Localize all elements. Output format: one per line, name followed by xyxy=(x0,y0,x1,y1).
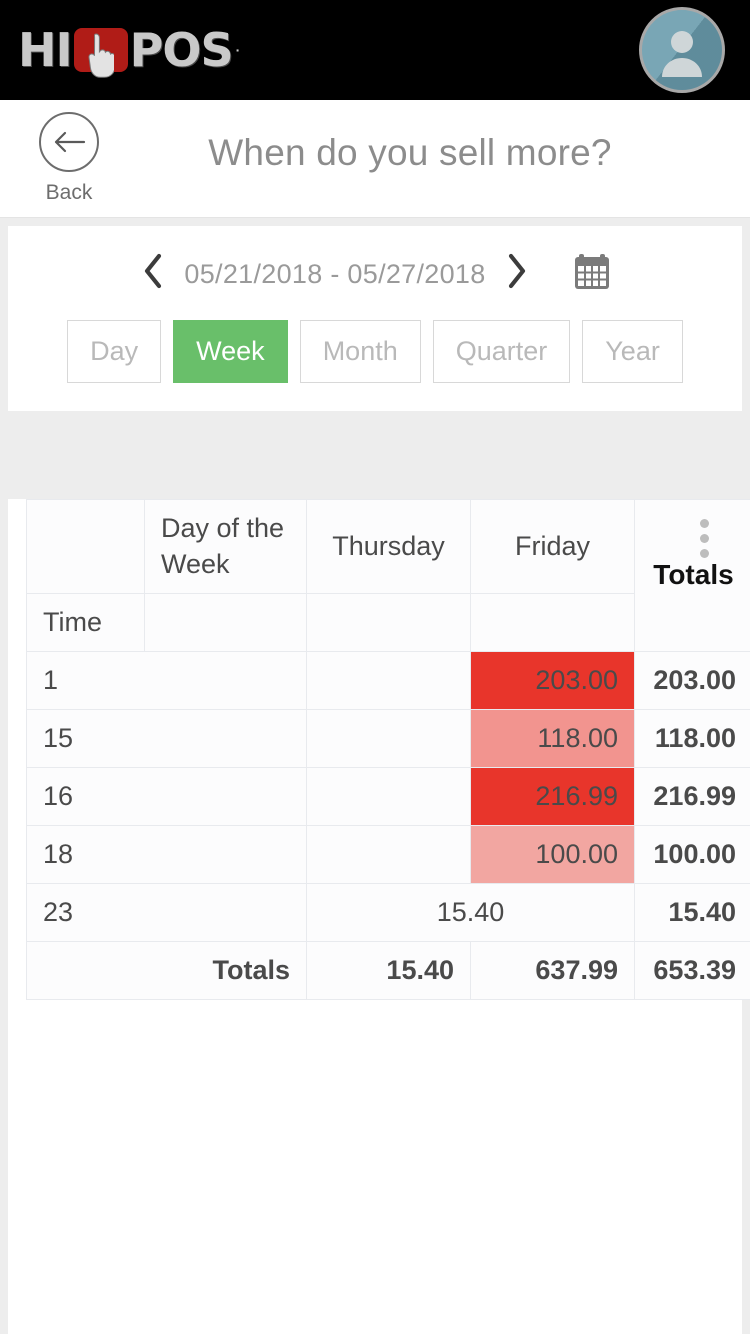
period-button-month[interactable]: Month xyxy=(299,320,421,383)
cell-thursday xyxy=(306,824,471,884)
row-group-header-time: Time xyxy=(26,592,145,652)
table-row: 16 216.99 216.99 xyxy=(26,766,750,826)
cell-row-total: 203.00 xyxy=(634,650,750,710)
table-row: 15 118.00 118.00 xyxy=(26,708,750,768)
cell-thursday: 15.40 xyxy=(306,882,635,942)
row-label-time: 1 xyxy=(26,650,307,710)
next-period-button[interactable] xyxy=(502,253,532,295)
column-header-thursday: Thursday xyxy=(306,499,471,594)
cell-friday: 118.00 xyxy=(470,708,635,768)
row-label-time: 18 xyxy=(26,824,307,884)
column-group-header: Day of the Week xyxy=(144,499,307,594)
period-button-day[interactable]: Day xyxy=(67,320,162,383)
total-friday: 637.99 xyxy=(470,940,635,1000)
row-label-time: 15 xyxy=(26,708,307,768)
table-header-row: Day of the Week Thursday Friday Totals xyxy=(26,499,750,652)
prev-period-button[interactable] xyxy=(138,253,168,295)
cell-friday: 203.00 xyxy=(470,650,635,710)
chevron-right-icon xyxy=(508,253,525,289)
cell-row-total: 15.40 xyxy=(634,882,750,942)
calendar-picker-button[interactable] xyxy=(572,252,612,297)
avatar[interactable] xyxy=(639,7,725,93)
table-totals-row: Totals 15.40 637.99 653.39 xyxy=(26,940,750,1000)
logo-registered-mark: · xyxy=(235,42,241,58)
cell-row-total: 118.00 xyxy=(634,708,750,768)
subheader-blank-friday xyxy=(470,592,635,652)
cell-friday: 100.00 xyxy=(470,824,635,884)
logo-text-right: POS xyxy=(129,23,234,77)
app-header: HI POS · xyxy=(0,0,750,100)
corner-cell xyxy=(26,499,145,594)
column-header-totals: Totals xyxy=(634,499,750,652)
logo-text-left: HI xyxy=(18,23,73,77)
total-thursday: 15.40 xyxy=(306,940,471,1000)
pointing-hand-icon xyxy=(88,33,114,78)
period-button-year[interactable]: Year xyxy=(582,320,683,383)
period-button-week[interactable]: Week xyxy=(173,320,288,383)
hiopos-logo: HI POS · xyxy=(18,22,240,78)
subheader-blank-thursday xyxy=(306,592,471,652)
kebab-dot xyxy=(700,549,709,558)
totals-row-label: Totals xyxy=(26,940,307,1000)
person-icon xyxy=(662,30,702,77)
chevron-left-icon xyxy=(145,253,162,289)
cell-friday: 216.99 xyxy=(470,766,635,826)
table-row: 18 100.00 100.00 xyxy=(26,824,750,884)
pivot-table: Day of the Week Thursday Friday Totals T… xyxy=(26,499,750,1000)
date-navigator: 05/21/2018 - 05/27/2018 xyxy=(8,248,742,300)
cell-thursday xyxy=(306,766,471,826)
total-grand: 653.39 xyxy=(634,940,750,1000)
cell-thursday xyxy=(306,708,471,768)
page-title: When do you sell more? xyxy=(208,132,612,173)
back-button-label: Back xyxy=(45,181,93,204)
row-label-time: 16 xyxy=(26,766,307,826)
calendar-icon xyxy=(574,253,609,289)
more-vertical-icon[interactable] xyxy=(700,519,709,564)
filters-card: 05/21/2018 - 05/27/2018 Day Week Month Q… xyxy=(8,226,742,411)
column-header-friday: Friday xyxy=(470,499,635,594)
logo-red-square-icon xyxy=(73,28,128,78)
kebab-dot xyxy=(700,534,709,543)
cell-thursday xyxy=(306,650,471,710)
period-selector: Day Week Month Quarter Year xyxy=(8,320,742,383)
cell-row-total: 100.00 xyxy=(634,824,750,884)
row-label-time: 23 xyxy=(26,882,307,942)
kebab-dot xyxy=(700,519,709,528)
date-range-label: 05/21/2018 - 05/27/2018 xyxy=(184,258,486,289)
table-row: 23 15.40 15.40 xyxy=(26,882,750,942)
table-row: 1 203.00 203.00 xyxy=(26,650,750,710)
subheader-blank-dow xyxy=(144,592,307,652)
cell-row-total: 216.99 xyxy=(634,766,750,826)
page-titlebar: Back When do you sell more? xyxy=(0,100,750,218)
report-card: Day of the Week Thursday Friday Totals T… xyxy=(8,499,750,1334)
period-button-quarter[interactable]: Quarter xyxy=(432,320,571,383)
